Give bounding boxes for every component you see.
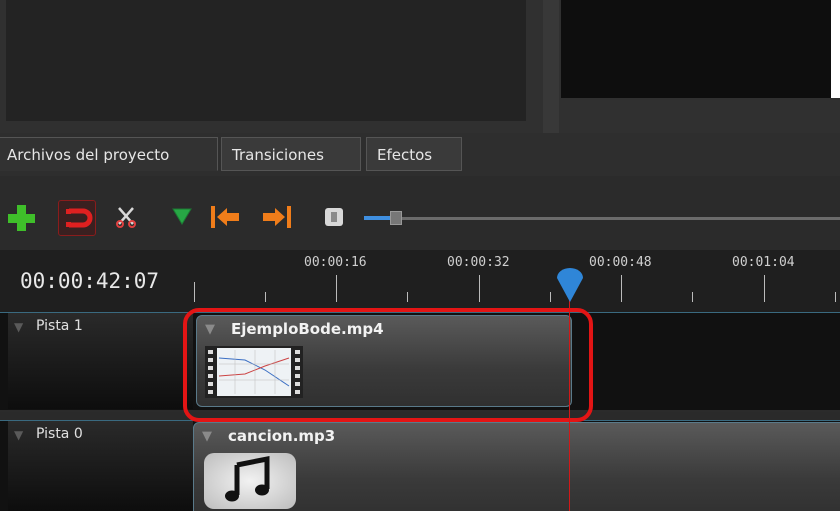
track-header[interactable]: ▼ Pista 1 — [8, 313, 193, 409]
ruler-tick — [265, 292, 266, 302]
ruler-tick — [692, 292, 693, 302]
snap-button[interactable] — [58, 200, 96, 236]
ruler-label: 00:00:48 — [589, 255, 652, 270]
snap-icon — [66, 208, 93, 228]
playhead-line — [569, 300, 570, 511]
clip-menu-arrow-icon[interactable]: ▼ — [202, 429, 212, 444]
razor-icon — [116, 207, 136, 228]
current-timecode: 00:00:42:07 — [20, 269, 160, 293]
tab-label: Efectos — [377, 146, 433, 164]
ruler-tick — [194, 282, 195, 302]
zoom-slider-handle[interactable] — [390, 211, 402, 225]
audio-thumbnail — [204, 453, 296, 509]
razor-button[interactable] — [114, 204, 144, 234]
center-playhead-icon — [325, 208, 343, 226]
jump-start-icon — [211, 206, 239, 228]
add-track-button[interactable] — [6, 203, 36, 233]
ruler-tick — [407, 292, 408, 302]
ruler-tick — [479, 275, 480, 302]
video-preview — [561, 0, 831, 98]
tab-project-files[interactable]: Archivos del proyecto — [0, 137, 218, 171]
ruler-tick — [550, 292, 551, 302]
openshot-window: Archivos del proyecto Transiciones Efect… — [0, 0, 840, 511]
video-preview-edge — [831, 0, 840, 98]
add-marker-button[interactable] — [170, 206, 200, 236]
add-icon — [8, 205, 35, 231]
center-playhead-button[interactable] — [323, 206, 353, 236]
files-panel — [6, 0, 526, 121]
collapse-arrow-icon[interactable]: ▼ — [14, 428, 23, 442]
track-name: Pista 0 — [36, 426, 83, 442]
tab-transitions[interactable]: Transiciones — [221, 137, 361, 171]
jump-end-icon — [263, 206, 291, 228]
track-name: Pista 1 — [36, 318, 83, 334]
track-header[interactable]: ▼ Pista 0 — [8, 421, 193, 511]
clip-audio[interactable]: ▼ cancion.mp3 — [193, 422, 840, 511]
playhead-handle[interactable] — [554, 268, 586, 304]
ruler-label: 00:01:04 — [732, 255, 795, 270]
tab-label: Transiciones — [232, 146, 324, 164]
tab-effects[interactable]: Efectos — [366, 137, 462, 171]
jump-end-button[interactable] — [260, 203, 291, 233]
ruler-tick — [764, 275, 765, 302]
highlight-annotation — [183, 308, 593, 422]
tab-label: Archivos del proyecto — [7, 146, 170, 164]
clip-title: cancion.mp3 — [228, 427, 336, 445]
ruler-label: 00:00:16 — [304, 255, 367, 270]
zoom-slider-fill — [364, 216, 392, 220]
ruler-tick — [621, 275, 622, 302]
music-note-icon — [225, 455, 270, 502]
collapse-arrow-icon[interactable]: ▼ — [14, 320, 23, 334]
ruler-label: 00:00:32 — [447, 255, 510, 270]
jump-start-button[interactable] — [208, 203, 239, 233]
zoom-slider-track[interactable] — [364, 217, 840, 220]
panel-splitter[interactable] — [543, 0, 559, 140]
ruler-tick — [336, 275, 337, 302]
marker-icon — [172, 208, 192, 225]
ruler-tick — [835, 292, 836, 302]
